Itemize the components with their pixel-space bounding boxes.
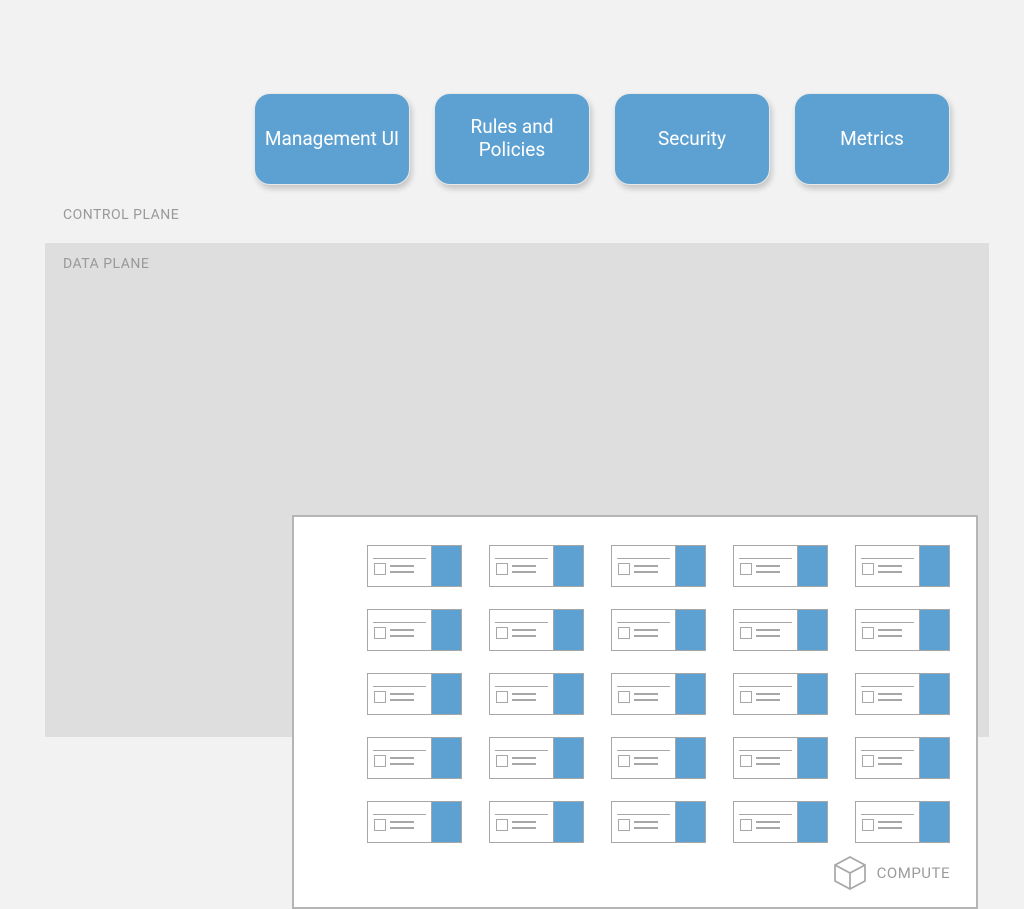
tile-accent — [553, 546, 583, 586]
server-icon — [368, 738, 431, 778]
tile-accent — [797, 674, 827, 714]
compute-tile — [611, 801, 706, 843]
server-icon — [856, 674, 919, 714]
cube-icon — [833, 855, 867, 891]
tile-accent — [553, 802, 583, 842]
diagram-canvas: CONTROL PLANE Management UI Rules and Po… — [0, 0, 1024, 771]
cp-block-label: Management UI — [265, 128, 399, 151]
compute-tile — [489, 801, 584, 843]
compute-panel: COMPUTE — [292, 515, 978, 909]
tile-accent — [919, 738, 949, 778]
compute-tile — [489, 737, 584, 779]
compute-tile — [367, 545, 462, 587]
tile-accent — [797, 802, 827, 842]
server-icon — [490, 610, 553, 650]
tile-accent — [431, 610, 461, 650]
cp-block-label: Metrics — [840, 128, 904, 151]
tile-accent — [675, 738, 705, 778]
server-icon — [368, 546, 431, 586]
server-icon — [612, 546, 675, 586]
compute-tile — [855, 545, 950, 587]
compute-tile — [489, 609, 584, 651]
server-icon — [856, 546, 919, 586]
tile-accent — [797, 610, 827, 650]
tile-accent — [919, 802, 949, 842]
compute-tile — [733, 545, 828, 587]
compute-tile — [855, 737, 950, 779]
compute-tile — [855, 801, 950, 843]
tile-accent — [553, 674, 583, 714]
tile-accent — [431, 674, 461, 714]
data-plane-box: COMPUTE — [45, 243, 989, 737]
compute-label: COMPUTE — [877, 864, 950, 882]
data-plane-label: DATA PLANE — [63, 256, 149, 272]
compute-tile — [611, 545, 706, 587]
cp-block-metrics: Metrics — [794, 93, 950, 185]
server-icon — [490, 674, 553, 714]
compute-tile — [367, 801, 462, 843]
compute-tile — [489, 545, 584, 587]
compute-tile — [733, 609, 828, 651]
server-icon — [490, 802, 553, 842]
tile-accent — [553, 738, 583, 778]
compute-tile — [489, 673, 584, 715]
server-icon — [490, 546, 553, 586]
server-icon — [734, 546, 797, 586]
server-icon — [612, 674, 675, 714]
server-icon — [612, 738, 675, 778]
compute-tile — [733, 673, 828, 715]
server-icon — [734, 610, 797, 650]
cp-block-management-ui: Management UI — [254, 93, 410, 185]
server-icon — [734, 802, 797, 842]
server-icon — [612, 610, 675, 650]
compute-tile — [855, 609, 950, 651]
tile-accent — [431, 546, 461, 586]
server-icon — [368, 674, 431, 714]
compute-tile — [855, 673, 950, 715]
server-icon — [368, 802, 431, 842]
tile-accent — [553, 610, 583, 650]
cp-block-label: Rules and Policies — [439, 116, 585, 162]
cp-block-security: Security — [614, 93, 770, 185]
server-icon — [856, 610, 919, 650]
compute-tile — [367, 737, 462, 779]
server-icon — [612, 802, 675, 842]
tile-accent — [797, 738, 827, 778]
compute-tile — [367, 673, 462, 715]
cp-block-rules-policies: Rules and Policies — [434, 93, 590, 185]
server-icon — [856, 738, 919, 778]
tile-accent — [675, 802, 705, 842]
compute-footer: COMPUTE — [833, 855, 950, 891]
tile-accent — [675, 610, 705, 650]
compute-tile — [611, 737, 706, 779]
tile-accent — [431, 738, 461, 778]
tile-accent — [431, 802, 461, 842]
server-icon — [734, 674, 797, 714]
tile-accent — [675, 674, 705, 714]
server-icon — [490, 738, 553, 778]
cp-block-label: Security — [658, 128, 726, 151]
tile-accent — [919, 610, 949, 650]
tile-accent — [919, 674, 949, 714]
compute-tile — [733, 737, 828, 779]
control-plane-blocks: Management UI Rules and Policies Securit… — [254, 93, 950, 185]
control-plane-label: CONTROL PLANE — [63, 207, 179, 223]
tile-accent — [675, 546, 705, 586]
compute-tile — [733, 801, 828, 843]
compute-tile — [611, 609, 706, 651]
server-icon — [734, 738, 797, 778]
compute-tile — [367, 609, 462, 651]
server-icon — [368, 610, 431, 650]
compute-tile-grid — [367, 545, 950, 843]
tile-accent — [797, 546, 827, 586]
server-icon — [856, 802, 919, 842]
tile-accent — [919, 546, 949, 586]
compute-tile — [611, 673, 706, 715]
